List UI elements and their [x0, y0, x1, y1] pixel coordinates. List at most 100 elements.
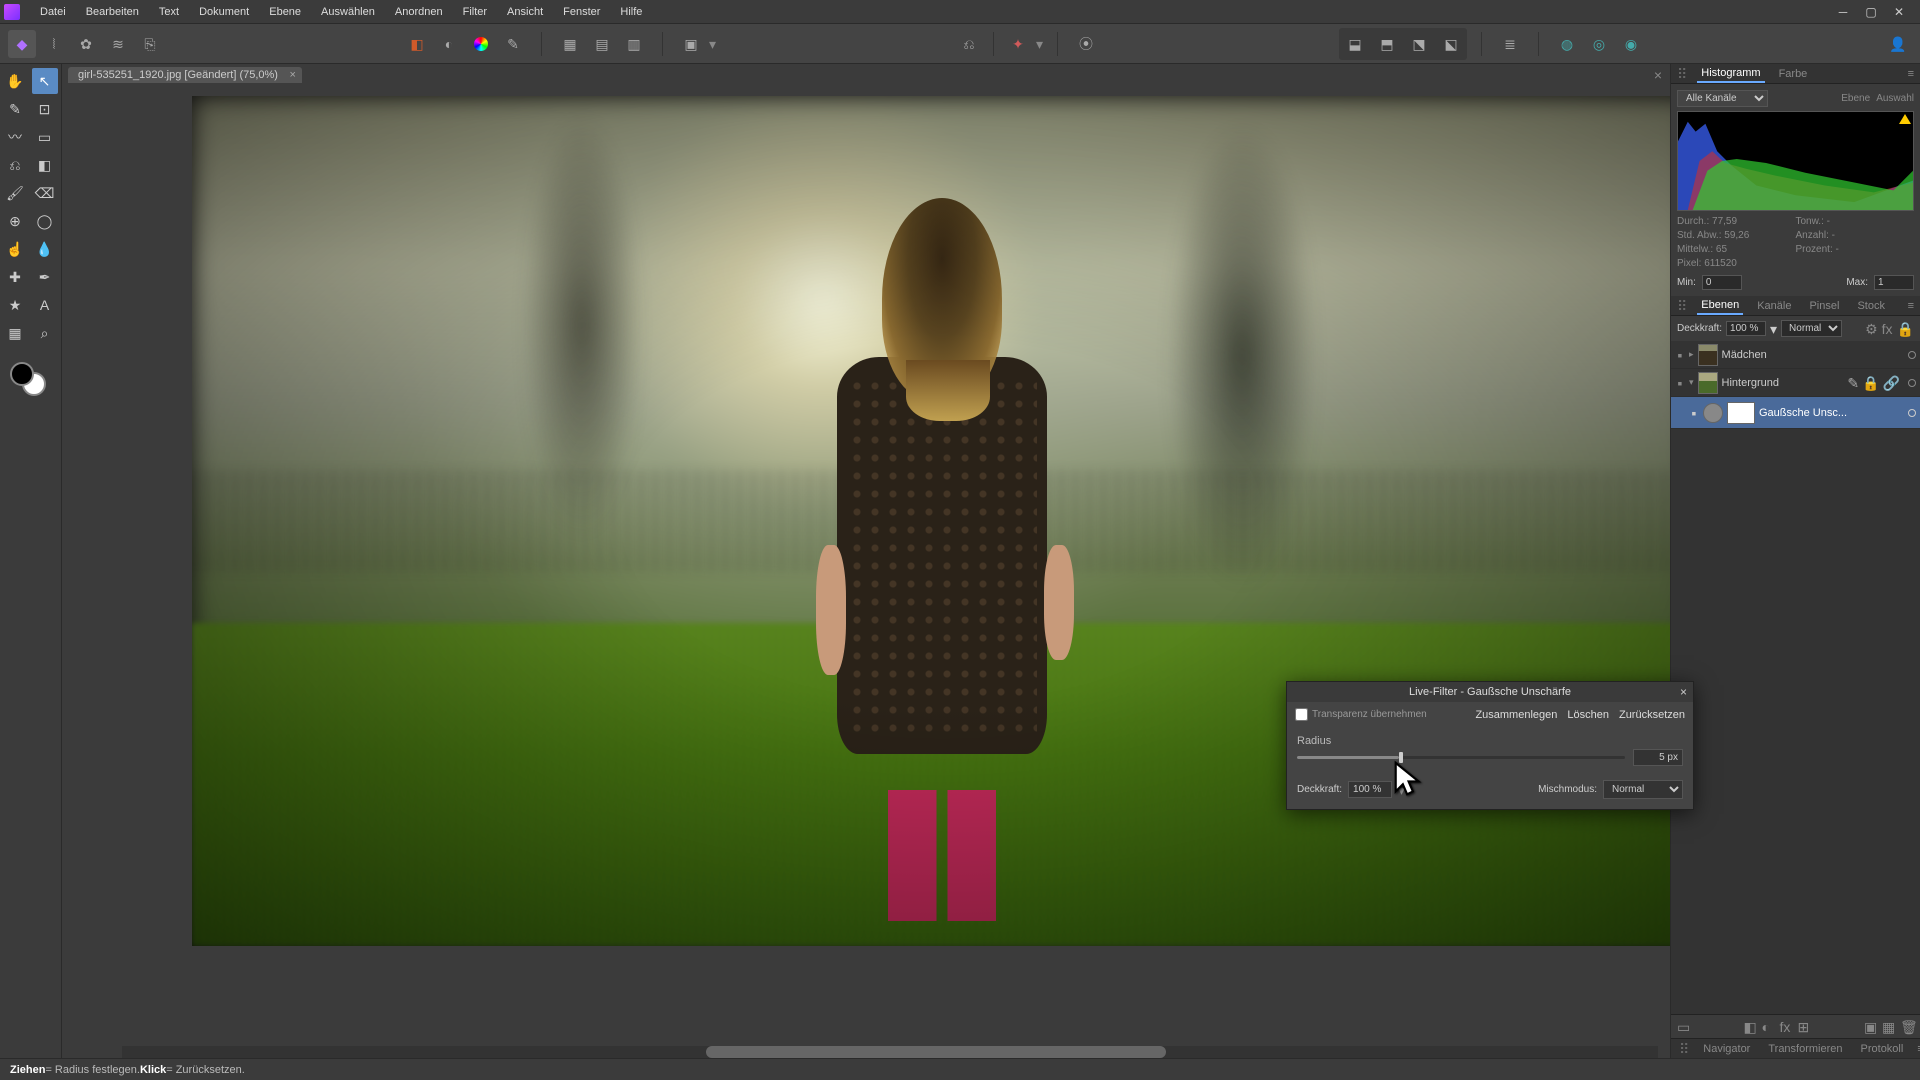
autowb-icon[interactable]: ✎ — [499, 30, 527, 58]
mesh-tool-icon[interactable]: ▦ — [2, 320, 28, 346]
transparency-checkbox[interactable]: Transparenz übernehmen — [1295, 708, 1427, 721]
hdr-icon[interactable]: ◎ — [1585, 30, 1613, 58]
hist-scope-layer[interactable]: Ebene — [1841, 93, 1870, 104]
pen-tool-icon[interactable]: ✒ — [32, 264, 58, 290]
smudge-tool-icon[interactable]: ☝ — [2, 236, 28, 262]
layer-tag-dot-icon[interactable] — [1908, 379, 1916, 387]
tab-layers[interactable]: Ebenen — [1697, 297, 1743, 315]
dialog-opacity-input[interactable] — [1348, 781, 1392, 798]
menu-window[interactable]: Fenster — [553, 6, 610, 18]
layer-gear-icon[interactable]: ⚙ — [1865, 322, 1878, 336]
radius-slider-thumb[interactable] — [1399, 752, 1403, 763]
hist-scope-selection[interactable]: Auswahl — [1876, 93, 1914, 104]
menu-edit[interactable]: Bearbeiten — [76, 6, 149, 18]
layer-row[interactable]: ▪ Gaußsche Unsc... — [1671, 397, 1920, 429]
layer-link-icon[interactable]: 🔗 — [1883, 376, 1900, 390]
autocolor-icon[interactable]: ◧ — [403, 30, 431, 58]
group-icon[interactable]: ▣ — [1864, 1020, 1878, 1034]
chevron-down-icon[interactable]: ▾ — [1689, 378, 1694, 387]
tab-stock[interactable]: Stock — [1853, 298, 1889, 314]
assistant-icon[interactable]: ⦿ — [1072, 30, 1100, 58]
color-swatches[interactable] — [10, 356, 50, 396]
menu-select[interactable]: Auswählen — [311, 6, 385, 18]
menu-help[interactable]: Hilfe — [610, 6, 652, 18]
tab-history[interactable]: Protokoll — [1857, 1041, 1908, 1057]
histogram-channel-select[interactable]: Alle Kanäle — [1677, 90, 1768, 107]
panel-grip-icon[interactable]: ⠿ — [1679, 1042, 1689, 1056]
layer-visibility-icon[interactable]: ▪ — [1675, 348, 1685, 362]
persona-export-icon[interactable]: ⎘ — [136, 30, 164, 58]
marquee-tool-icon[interactable]: ▭ — [32, 124, 58, 150]
flood-tool-icon[interactable]: ⎌ — [2, 152, 28, 178]
quickmask-icon[interactable]: ▣ — [677, 30, 705, 58]
live-filter-dialog[interactable]: Live-Filter - Gaußsche Unschärfe × Trans… — [1286, 681, 1694, 810]
layer-row[interactable]: ▪ ▸ Mädchen — [1671, 341, 1920, 369]
addlayer-icon[interactable]: ▦ — [1882, 1020, 1896, 1034]
chevron-down-icon[interactable]: ▾ — [1398, 783, 1405, 797]
arrange-icon[interactable]: ≣ — [1496, 30, 1524, 58]
mask-icon[interactable]: ◧ — [1744, 1020, 1758, 1034]
layer-visibility-icon[interactable]: ▪ — [1675, 376, 1685, 390]
stock-icon[interactable]: ◍ — [1553, 30, 1581, 58]
gradient-tool-icon[interactable]: ◧ — [32, 152, 58, 178]
menu-document[interactable]: Dokument — [189, 6, 259, 18]
persona-tone-icon[interactable]: ≋ — [104, 30, 132, 58]
menu-file[interactable]: Datei — [30, 6, 76, 18]
autolevels-icon[interactable]: ◐ — [435, 30, 463, 58]
layer-tag-dot-icon[interactable] — [1908, 409, 1916, 417]
crop-tool-icon[interactable]: ⊡ — [32, 96, 58, 122]
persona-liquify-icon[interactable]: ⦚ — [40, 30, 68, 58]
layer-tag-dot-icon[interactable] — [1908, 351, 1916, 359]
selection-sub-icon[interactable]: ▤ — [588, 30, 616, 58]
retouch-tool-icon[interactable]: ✚ — [2, 264, 28, 290]
radius-slider[interactable] — [1297, 756, 1625, 759]
hist-max-input[interactable] — [1874, 275, 1914, 290]
dodge-tool-icon[interactable]: ◯ — [32, 208, 58, 234]
menu-filter[interactable]: Filter — [453, 6, 497, 18]
fx-icon[interactable]: fx — [1780, 1020, 1794, 1034]
blur-tool-icon[interactable]: 💧 — [32, 236, 58, 262]
paint-tool-icon[interactable]: 🖌 — [2, 180, 28, 206]
livefilter-icon[interactable]: ⊞ — [1798, 1020, 1812, 1034]
account-icon[interactable]: 👤 — [1884, 30, 1912, 58]
horizontal-scrollbar[interactable] — [122, 1046, 1658, 1058]
hist-min-input[interactable] — [1702, 275, 1742, 290]
text-tool-icon[interactable]: A — [32, 292, 58, 318]
chevron-down-icon[interactable]: ▾ — [1770, 322, 1777, 336]
autocontrast-icon[interactable] — [467, 30, 495, 58]
layer-edit-icon[interactable]: ✎ — [1847, 376, 1859, 390]
dialog-close-icon[interactable]: × — [1680, 685, 1687, 699]
foreground-color-swatch[interactable] — [10, 362, 34, 386]
layer-visibility-icon[interactable]: ▪ — [1689, 406, 1699, 420]
panel-grip-icon[interactable]: ⠿ — [1677, 67, 1687, 81]
layer-row[interactable]: ▪ ▾ Hintergrund ✎ 🔒 🔗 — [1671, 369, 1920, 397]
window-close-button[interactable]: ✕ — [1892, 5, 1906, 19]
menu-arrange[interactable]: Anordnen — [385, 6, 453, 18]
clone-tool-icon[interactable]: ⊕ — [2, 208, 28, 234]
transparency-checkbox-input[interactable] — [1295, 708, 1308, 721]
erase-tool-icon[interactable]: ⌫ — [32, 180, 58, 206]
deletelayer-icon[interactable]: 🗑 — [1900, 1020, 1914, 1034]
shape-tool-icon[interactable]: ★ — [2, 292, 28, 318]
colorpicker-tool-icon[interactable]: ✎ — [2, 96, 28, 122]
tab-color[interactable]: Farbe — [1775, 66, 1812, 82]
layer-blendmode-select[interactable]: Normal — [1781, 320, 1842, 337]
dropdown-caret-icon[interactable]: ▾ — [1036, 37, 1043, 51]
tab-histogram[interactable]: Histogramm — [1697, 65, 1764, 83]
layer-lock-icon[interactable]: 🔒 — [1862, 376, 1879, 390]
align-more-icon[interactable]: ⬕ — [1437, 30, 1465, 58]
delete-button[interactable]: Löschen — [1567, 709, 1609, 721]
hand-tool-icon[interactable]: ✋ — [2, 68, 28, 94]
dialog-titlebar[interactable]: Live-Filter - Gaußsche Unschärfe × — [1287, 682, 1693, 702]
merge-button[interactable]: Zusammenlegen — [1475, 709, 1557, 721]
document-tab[interactable]: girl-535251_1920.jpg [Geändert] (75,0%) … — [68, 67, 302, 83]
tab-transform[interactable]: Transformieren — [1764, 1041, 1846, 1057]
align-left-icon[interactable]: ⬓ — [1341, 30, 1369, 58]
reset-button[interactable]: Zurücksetzen — [1619, 709, 1685, 721]
tab-brushes[interactable]: Pinsel — [1805, 298, 1843, 314]
panel-menu-icon[interactable]: ≡ — [1908, 68, 1914, 80]
snap-icon[interactable]: ✦ — [1004, 30, 1032, 58]
layer-opacity-input[interactable] — [1726, 321, 1766, 336]
document-tab-close-icon[interactable]: × — [290, 69, 296, 81]
crop-icon[interactable]: ⎌ — [955, 30, 983, 58]
